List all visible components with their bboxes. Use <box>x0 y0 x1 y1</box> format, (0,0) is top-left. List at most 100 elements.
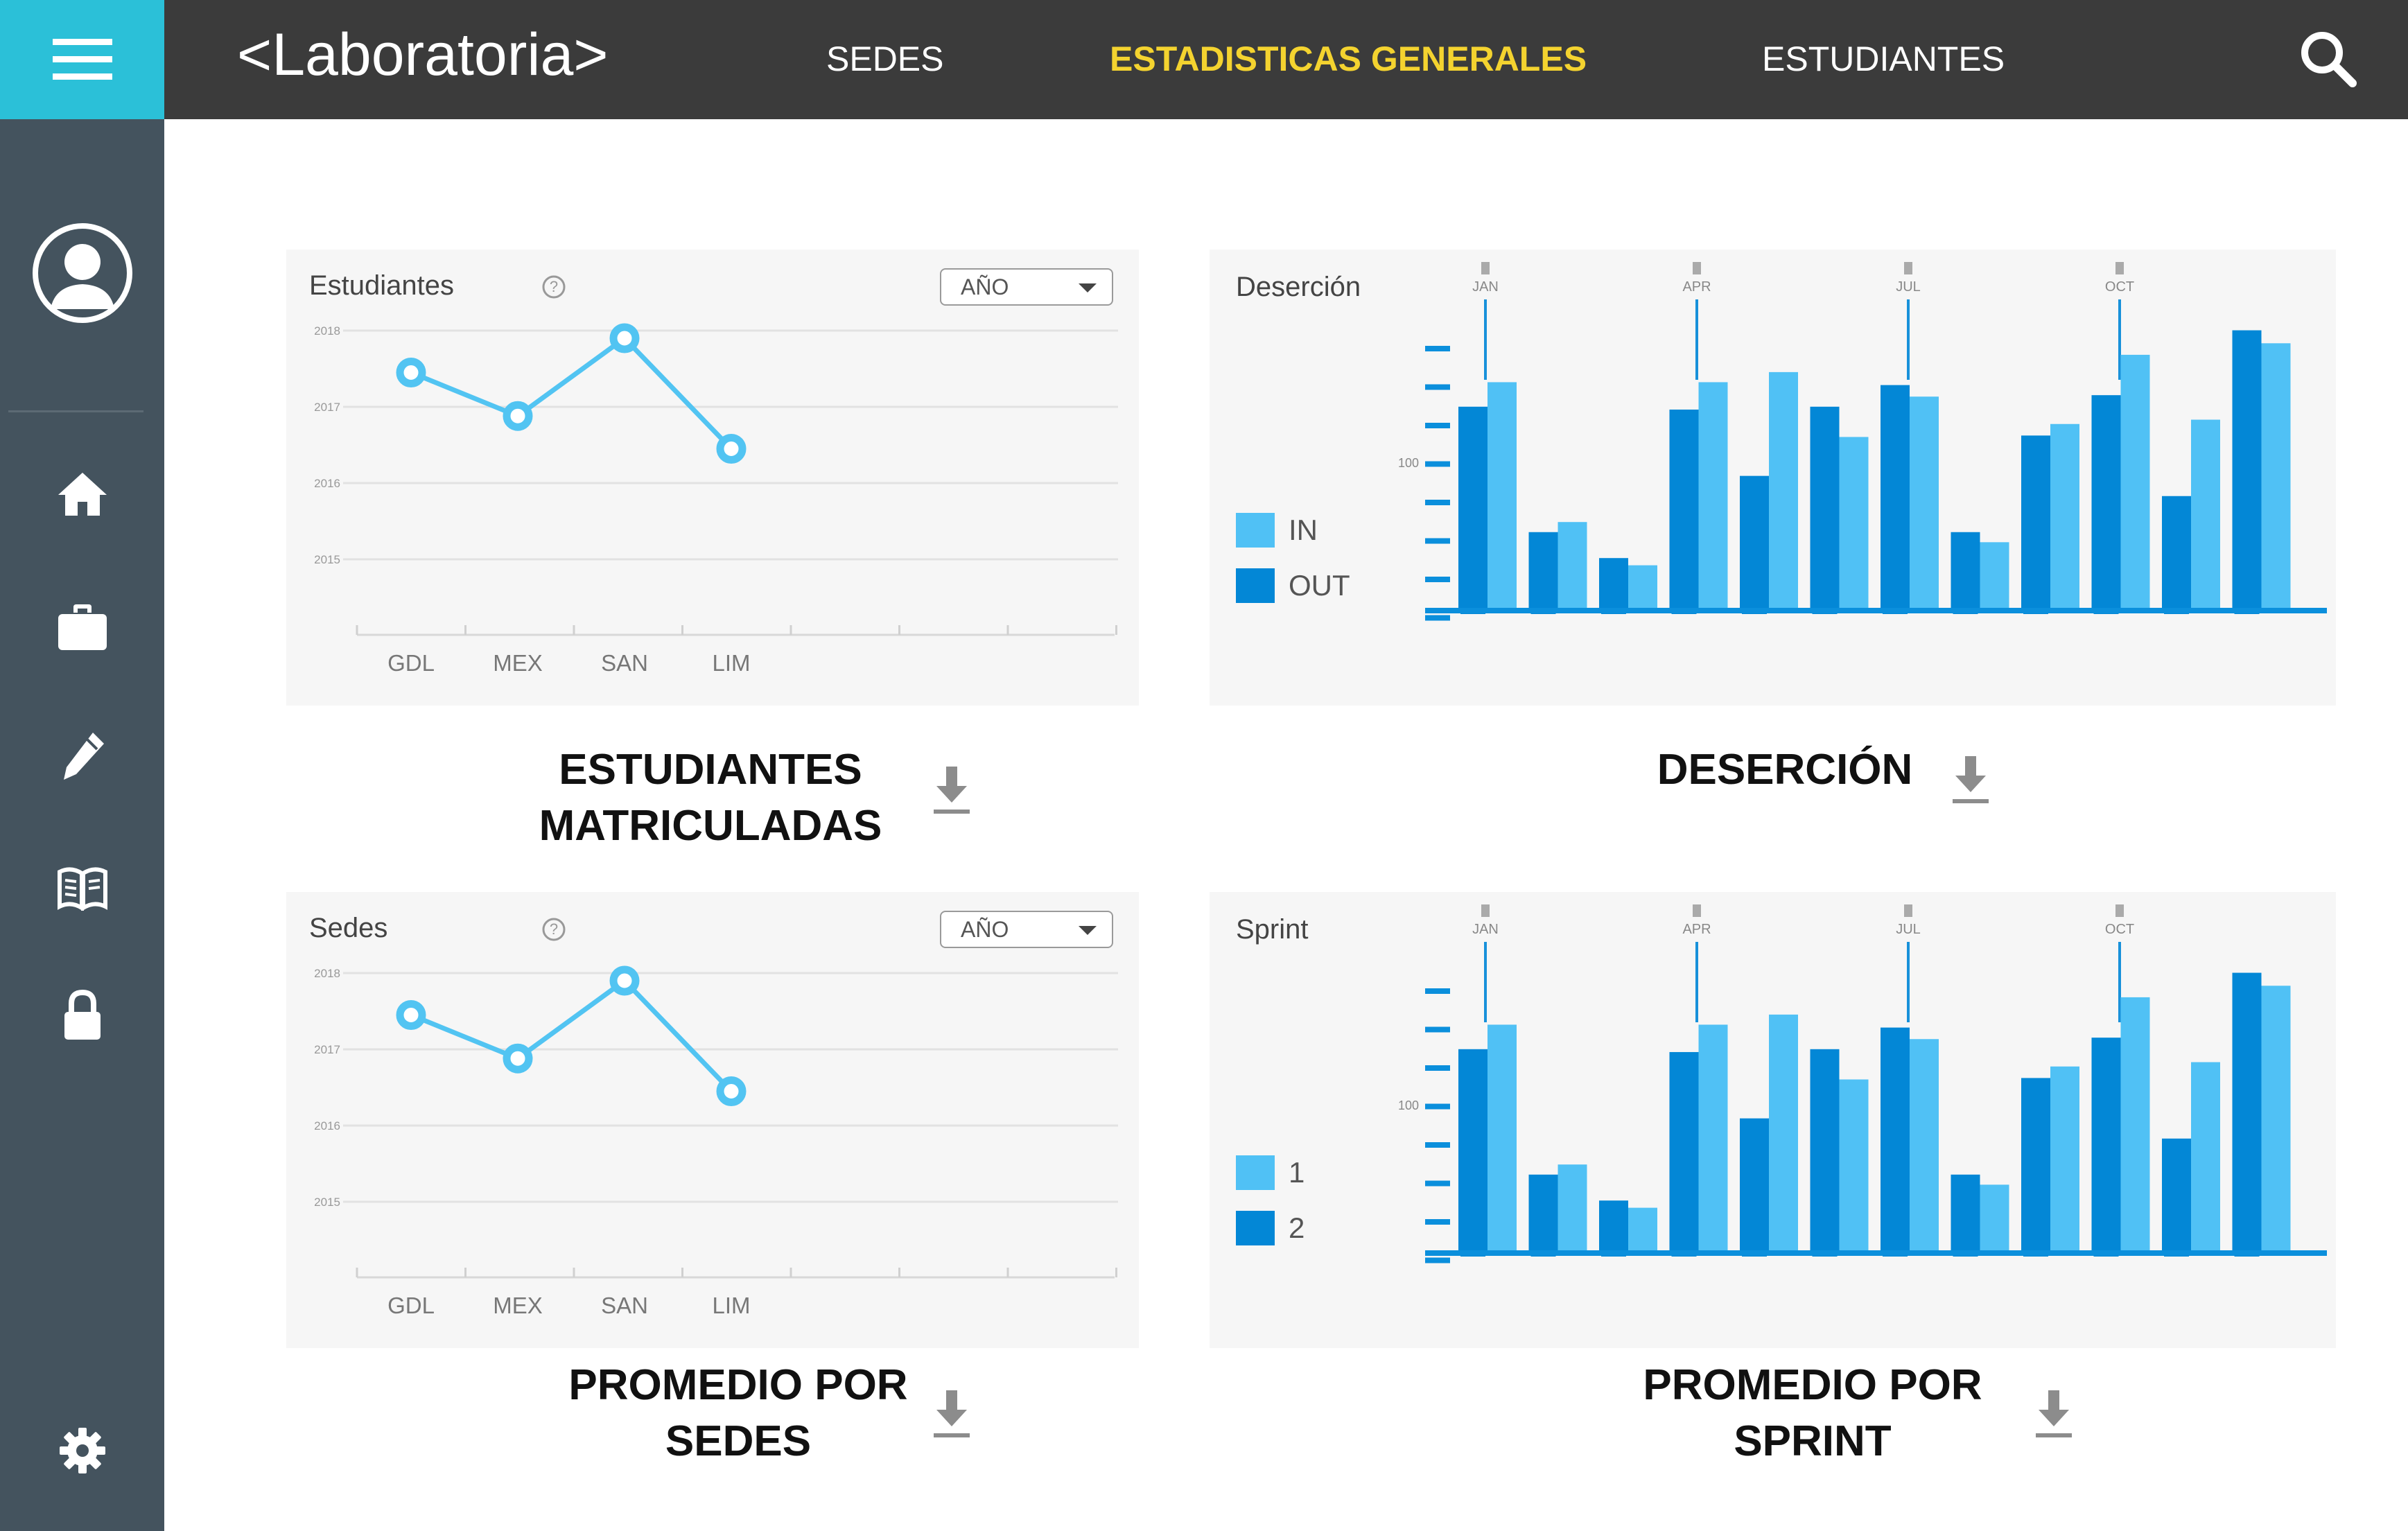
caption-line: SEDES <box>665 1417 812 1465</box>
month-label: OCT <box>2105 279 2134 295</box>
bar-chart-desercion: 100 JAN APR JUL OCT <box>1398 262 2327 621</box>
caption-line: MATRICULADAS <box>539 802 882 850</box>
bar-1 <box>1628 1207 1657 1251</box>
bar-in <box>1839 437 1869 609</box>
book-icon <box>57 867 107 911</box>
bar-out <box>2021 435 2050 609</box>
x-tick-label: MEX <box>493 1293 543 1318</box>
month-label: JAN <box>1472 922 1499 937</box>
y-tick-label: 2015 <box>314 1196 340 1209</box>
brand-logo[interactable]: <Laboratoria> <box>237 21 609 89</box>
data-point <box>609 965 640 996</box>
bar-2 <box>2021 1078 2050 1251</box>
bar-out <box>2232 330 2262 609</box>
y-tick-label: 100 <box>1398 1099 1419 1112</box>
sidebar-item-settings[interactable] <box>0 1426 164 1475</box>
bar-out <box>1951 532 1980 609</box>
bar-1 <box>1487 1024 1517 1251</box>
bar-2 <box>1528 1174 1558 1251</box>
y-tick-label: 2018 <box>314 967 340 980</box>
avatar[interactable] <box>0 222 164 324</box>
sidebar-item-home[interactable] <box>0 471 164 517</box>
bar-out <box>1669 409 1699 609</box>
data-point <box>396 358 426 387</box>
x-tick-label: GDL <box>387 1293 435 1318</box>
briefcase-icon <box>58 604 107 650</box>
month-label: OCT <box>2105 922 2134 937</box>
bar-2 <box>1810 1049 1840 1251</box>
bar-2 <box>1881 1027 1910 1251</box>
y-tick-label: 2016 <box>314 477 340 490</box>
bar-1 <box>2261 986 2291 1251</box>
caption-line: PROMEDIO POR <box>568 1361 908 1409</box>
x-tick-label: SAN <box>601 650 648 676</box>
data-point <box>396 1000 426 1030</box>
nav-estudiantes[interactable]: ESTUDIANTES <box>1762 39 2005 79</box>
bar-2 <box>1740 1118 1769 1251</box>
download-icon[interactable] <box>2033 1386 2075 1442</box>
nav-sedes[interactable]: SEDES <box>826 39 944 79</box>
month-label: JUL <box>1896 279 1921 295</box>
month-marker <box>1481 262 1490 274</box>
bar-in <box>1980 542 2009 609</box>
download-icon[interactable] <box>931 1386 972 1442</box>
x-tick-label: SAN <box>601 1293 648 1318</box>
sidebar-item-portfolio[interactable] <box>0 604 164 651</box>
line-chart-sedes: 2018 2017 2016 2015 GDL MEX SAN LIM <box>314 965 1118 1318</box>
bar-out <box>1528 532 1558 609</box>
search-icon[interactable] <box>2297 28 2359 90</box>
y-tick-label: 2016 <box>314 1119 340 1132</box>
download-icon[interactable] <box>1950 752 1991 807</box>
bar-1 <box>2191 1062 2220 1251</box>
month-marker <box>1693 262 1701 274</box>
bar-2 <box>2091 1038 2121 1251</box>
sidebar-item-edit[interactable] <box>0 731 164 782</box>
caption-line: SPRINT <box>1734 1417 1892 1465</box>
bar-in <box>1558 522 1587 609</box>
bar-out <box>1740 475 1769 609</box>
menu-button[interactable] <box>0 0 164 119</box>
bar-out <box>1881 385 1910 609</box>
y-tick-label: 2018 <box>314 324 340 338</box>
month-marker <box>1481 904 1490 917</box>
y-tick-label: 2017 <box>314 401 340 414</box>
lock-icon <box>64 990 101 1040</box>
sidebar-divider <box>8 410 143 412</box>
line-chart-estudiantes: 2018 2017 2016 2015 GDL MEX SAN LIM <box>314 323 1118 676</box>
month-label: APR <box>1682 922 1711 937</box>
download-icon[interactable] <box>931 762 972 818</box>
avatar-icon <box>32 223 132 323</box>
series-line <box>410 977 733 1093</box>
nav-estadisticas-generales[interactable]: ESTADISTICAS GENERALES <box>1110 39 1587 79</box>
bar-in <box>1487 382 1517 609</box>
bar-in <box>1698 382 1728 609</box>
bar-1 <box>1839 1079 1869 1251</box>
month-marker <box>2115 262 2124 274</box>
bar-chart-sprint: 100 JAN APR JUL OCT <box>1398 904 2327 1263</box>
x-tick-label: GDL <box>387 650 435 676</box>
sidebar-item-courses[interactable] <box>0 865 164 911</box>
bar-2 <box>1458 1049 1487 1251</box>
sidebar-item-security[interactable] <box>0 990 164 1041</box>
caption-line: DESERCIÓN <box>1657 746 1913 794</box>
top-navbar: <Laboratoria> SEDES ESTADISTICAS GENERAL… <box>164 0 2408 119</box>
data-point <box>503 1043 533 1074</box>
bar-2 <box>2232 972 2262 1251</box>
chart-card-estudiantes: Estudiantes ? AÑO 2018 2017 2016 2015 GDL MEX… <box>286 250 1139 706</box>
bar-1 <box>2120 997 2150 1251</box>
bar-in <box>2120 354 2150 609</box>
bar-1 <box>1558 1164 1587 1251</box>
menu-icon <box>52 39 112 80</box>
month-marker <box>1693 904 1701 917</box>
bar-out <box>1810 406 1840 609</box>
month-marker <box>1904 262 1912 274</box>
bar-in <box>2261 343 2291 609</box>
bar-out <box>1458 406 1487 609</box>
pencil-icon <box>63 733 104 780</box>
settings-icon <box>59 1428 105 1473</box>
x-tick-label: LIM <box>712 650 750 676</box>
bar-2 <box>1951 1174 1980 1251</box>
bar-2 <box>1669 1051 1699 1251</box>
y-tick-label: 100 <box>1398 456 1419 470</box>
y-tick-label: 2015 <box>314 553 340 566</box>
